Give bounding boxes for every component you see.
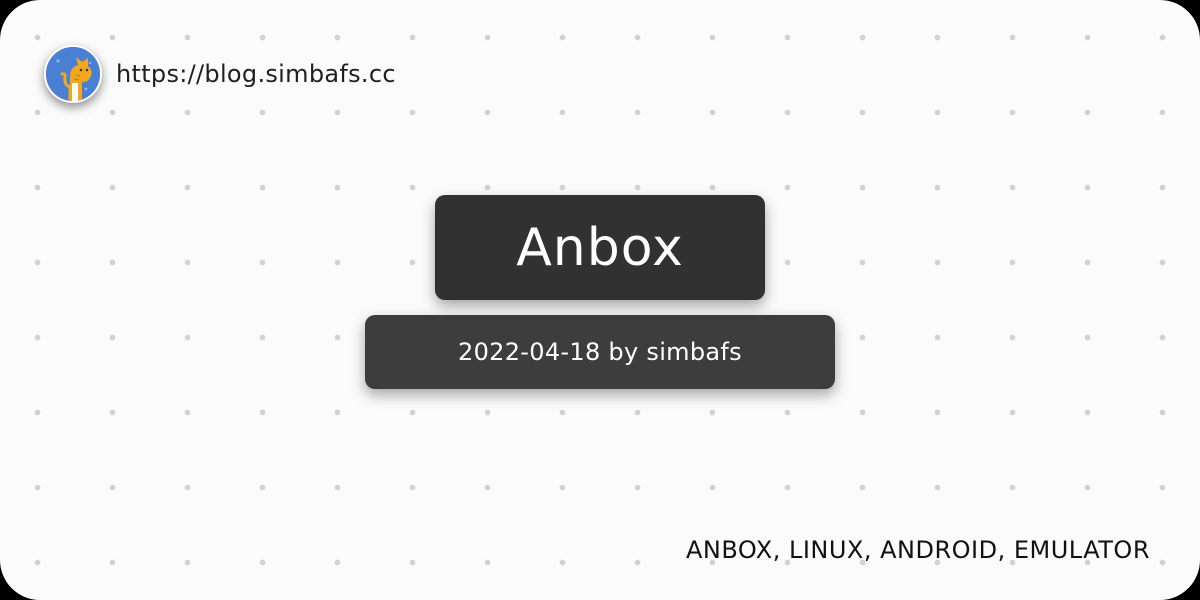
site-header[interactable]: https://blog.simbafs.cc [44, 44, 396, 104]
post-title-box: Anbox [435, 195, 765, 300]
cat-avatar-icon [44, 45, 102, 103]
post-tags: ANBOX, LINUX, ANDROID, EMULATOR [685, 536, 1150, 564]
site-url-link[interactable]: https://blog.simbafs.cc [116, 60, 396, 88]
post-meta-box: 2022-04-18 by simbafs [365, 315, 835, 389]
og-card: https://blog.simbafs.cc Anbox 2022-04-18… [0, 0, 1200, 600]
post-meta: 2022-04-18 by simbafs [458, 338, 742, 366]
post-title: Anbox [516, 217, 684, 278]
